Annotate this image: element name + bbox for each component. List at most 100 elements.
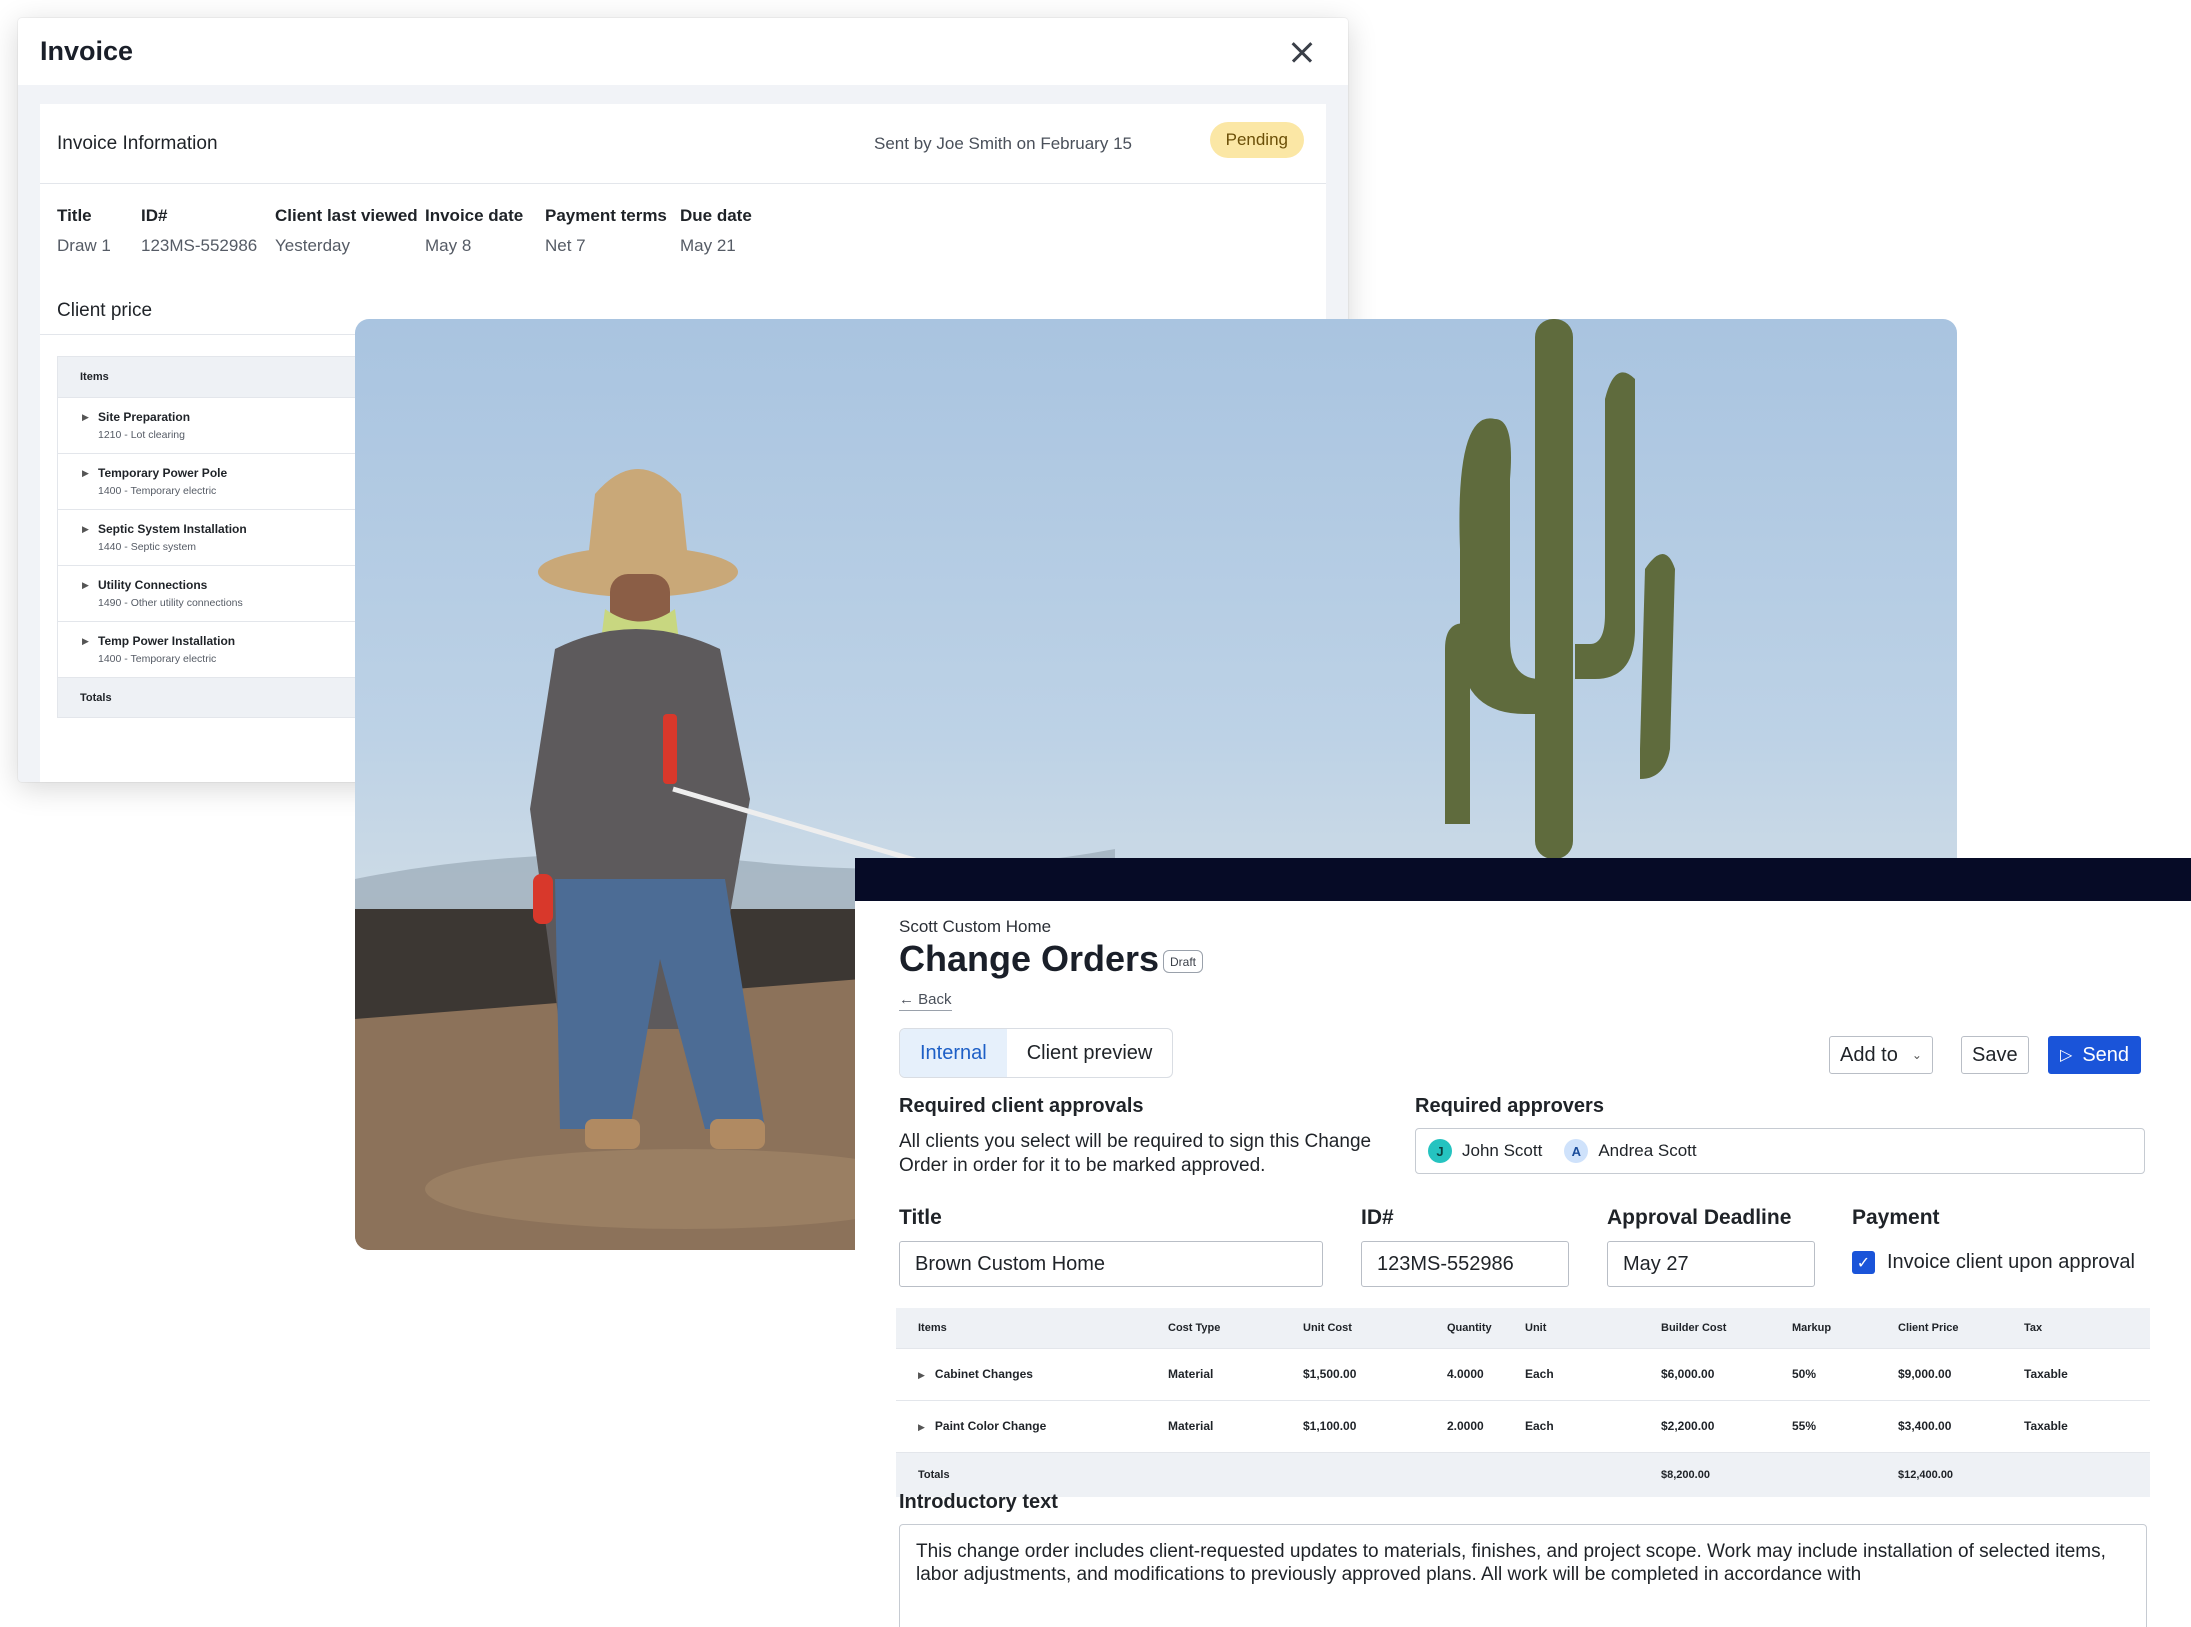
table-row[interactable]: ▶ Paint Color Change Material $1,100.00 2… (896, 1399, 2150, 1452)
invoice-upon-approval-option[interactable]: ✓ Invoice client upon approval (1852, 1251, 2135, 1274)
invoice-title: Invoice (40, 36, 134, 66)
send-icon: ▷ (2060, 1047, 2073, 1064)
column-header: Builder Cost (1661, 1308, 1792, 1348)
unit-cell: Each (1525, 1347, 1661, 1400)
field-value: Draw 1 (57, 236, 111, 255)
field-label: Payment terms (545, 206, 667, 225)
invoice-field-payment-terms: Payment terms Net 7 (545, 206, 667, 256)
invoice-fields: Title Draw 1 ID# 123MS-552986 Client las… (40, 184, 1326, 284)
item-cell: ▶ Paint Color Change (896, 1399, 1168, 1452)
avatar: A (1564, 1139, 1589, 1163)
table-totals-row: Totals $8,200.00 $12,400.00 (896, 1451, 2150, 1497)
back-link[interactable]: ← Back (899, 991, 952, 1011)
client-price-cell: $9,000.00 (1898, 1347, 2024, 1400)
title-label: Title (899, 1206, 942, 1229)
table-header-row: Items Cost Type Unit Cost Quantity Unit … (896, 1308, 2150, 1348)
markup-cell: 50% (1792, 1347, 1898, 1400)
column-header: Tax (2024, 1308, 2150, 1348)
invoice-field-client-last-viewed: Client last viewed Yesterday (275, 206, 418, 256)
introductory-text-area[interactable]: This change order includes client-reques… (899, 1524, 2147, 1627)
column-header: Markup (1792, 1308, 1898, 1348)
field-label: Title (57, 206, 92, 225)
item-name: Paint Color Change (934, 1419, 1047, 1433)
checkbox-checked-icon[interactable]: ✓ (1852, 1251, 1875, 1274)
total-builder-cost: $8,200.00 (1661, 1451, 1792, 1497)
expand-triangle-icon[interactable]: ▶ (82, 580, 89, 591)
approver-name: John Scott (1462, 1141, 1543, 1160)
field-label: Client last viewed (275, 206, 418, 225)
view-tabs: Internal Client preview (899, 1028, 1174, 1078)
empty-cell (2024, 1451, 2150, 1497)
field-value: May 21 (680, 236, 736, 255)
page-title: Change Orders (899, 938, 1160, 979)
quantity-cell: 2.0000 (1447, 1399, 1525, 1452)
send-label: Send (2082, 1043, 2130, 1066)
expand-triangle-icon[interactable]: ▶ (918, 1370, 925, 1380)
invoice-field-due-date: Due date May 21 (680, 206, 752, 256)
markup-cell: 55% (1792, 1399, 1898, 1452)
approval-deadline-input[interactable] (1607, 1241, 1815, 1287)
item-name: Cabinet Changes (934, 1367, 1033, 1381)
empty-cell (1525, 1451, 1661, 1497)
total-client-price: $12,400.00 (1898, 1451, 2024, 1497)
field-label: Due date (680, 206, 752, 225)
approvers-select[interactable]: J John Scott A Andrea Scott (1415, 1128, 2145, 1174)
table-row[interactable]: ▶ Cabinet Changes Material $1,500.00 4.00… (896, 1347, 2150, 1400)
approver-chip[interactable]: J John Scott (1428, 1139, 1542, 1163)
avatar: J (1428, 1139, 1452, 1163)
expand-triangle-icon[interactable]: ▶ (82, 636, 89, 647)
unit-cell: Each (1525, 1399, 1661, 1452)
tab-internal[interactable]: Internal (900, 1029, 1007, 1077)
close-icon[interactable] (1284, 34, 1320, 70)
payment-label: Payment (1852, 1206, 1940, 1229)
invoice-field-id: ID# 123MS-552986 (141, 206, 257, 256)
item-cell: ▶ Cabinet Changes (896, 1347, 1168, 1400)
invoice-info-heading: Invoice Information (57, 132, 218, 154)
add-to-button[interactable]: Add to ⌄ (1829, 1036, 1933, 1074)
approval-deadline-label: Approval Deadline (1607, 1206, 1792, 1229)
id-input[interactable] (1361, 1241, 1569, 1287)
chevron-down-icon: ⌄ (1911, 1048, 1922, 1062)
invoice-info-header: Invoice Information Sent by Joe Smith on… (40, 104, 1326, 184)
tab-client-preview[interactable]: Client preview (1007, 1029, 1173, 1077)
field-value: Yesterday (275, 236, 350, 255)
field-label: Invoice date (425, 206, 524, 225)
approver-chip[interactable]: A Andrea Scott (1564, 1139, 1697, 1163)
invoice-field-title: Title Draw 1 (57, 206, 111, 256)
client-price-heading: Client price (57, 300, 153, 321)
empty-cell (1303, 1451, 1447, 1497)
send-button[interactable]: ▷ Send (2048, 1036, 2142, 1074)
project-name: Scott Custom Home (899, 917, 1052, 936)
quantity-cell: 4.0000 (1447, 1347, 1525, 1400)
field-value: Net 7 (545, 236, 586, 255)
status-badge: Pending (1209, 122, 1304, 158)
introductory-text-heading: Introductory text (899, 1491, 1058, 1513)
column-header: Quantity (1447, 1308, 1525, 1348)
expand-triangle-icon[interactable]: ▶ (82, 412, 89, 423)
cost-type-cell: Material (1168, 1347, 1303, 1400)
column-header: Unit (1525, 1308, 1661, 1348)
invoice-field-invoice-date: Invoice date May 8 (425, 206, 523, 256)
draft-badge: Draft (1163, 950, 1204, 973)
empty-cell (1168, 1451, 1303, 1497)
required-client-approvals-text: All clients you select will be required … (899, 1131, 1372, 1176)
back-label: Back (918, 991, 952, 1008)
required-client-approvals-heading: Required client approvals (899, 1095, 1144, 1117)
change-order-items-table: Items Cost Type Unit Cost Quantity Unit … (896, 1308, 2150, 1497)
column-header: Items (896, 1308, 1168, 1348)
approver-name: Andrea Scott (1598, 1141, 1697, 1160)
expand-triangle-icon[interactable]: ▶ (82, 468, 89, 479)
sent-by-text: Sent by Joe Smith on February 15 (874, 133, 1132, 153)
column-header: Client Price (1898, 1308, 2024, 1348)
empty-cell (1447, 1451, 1525, 1497)
save-button[interactable]: Save (1961, 1036, 2029, 1074)
unit-cost-cell: $1,100.00 (1303, 1399, 1447, 1452)
field-value: May 8 (425, 236, 472, 255)
add-to-label: Add to (1840, 1043, 1898, 1066)
checkbox-label: Invoice client upon approval (1887, 1251, 2135, 1273)
field-label: ID# (141, 206, 168, 225)
change-orders-panel: Scott Custom Home Change Orders Draft ← … (855, 858, 2191, 1627)
title-input[interactable] (899, 1241, 1323, 1287)
expand-triangle-icon[interactable]: ▶ (918, 1422, 925, 1432)
expand-triangle-icon[interactable]: ▶ (82, 524, 89, 535)
